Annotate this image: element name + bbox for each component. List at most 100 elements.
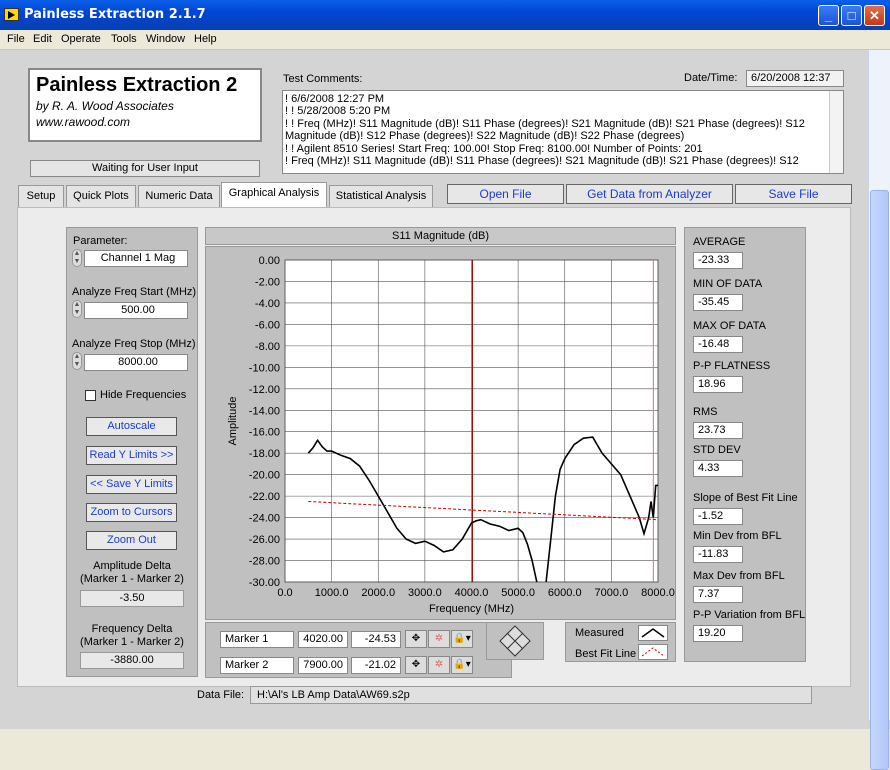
start-freq-spinner[interactable]: ▲ ▼ <box>72 300 82 318</box>
parameter-spinner[interactable]: ▲ ▼ <box>72 249 82 267</box>
stat-value: 18.96 <box>693 376 743 393</box>
datafile-label: Data File: <box>197 689 245 701</box>
x-tick-label: 3000.0 <box>408 587 442 599</box>
stat-value: 7.37 <box>693 586 743 603</box>
parameter-select[interactable]: Channel 1 Mag <box>84 250 188 267</box>
hide-frequencies-checkbox[interactable] <box>85 390 96 401</box>
tab-setup[interactable]: Setup <box>18 185 64 207</box>
menu-file[interactable]: File <box>7 33 25 45</box>
stat-value: -23.33 <box>693 252 743 269</box>
open-file-button[interactable]: Open File <box>447 184 564 204</box>
marker-2-name[interactable]: Marker 2 <box>220 657 294 674</box>
marker-1-move-icon[interactable]: ✥ <box>405 630 427 648</box>
autoscale-button[interactable]: Autoscale <box>86 417 177 436</box>
x-axis-label: Frequency (MHz) <box>429 603 514 615</box>
datetime-field: 6/20/2008 12:37 <box>746 70 844 87</box>
logo-url: www.rawood.com <box>36 115 131 129</box>
marker-2-freq[interactable]: 7900.00 <box>298 657 348 674</box>
menu-window[interactable]: Window <box>146 33 185 45</box>
legend: Measured Best Fit Line <box>565 622 676 662</box>
marker-2-lock-icon[interactable]: 🔒▾ <box>451 656 473 674</box>
y-tick-label: -14.00 <box>249 405 280 417</box>
marker-2-amp[interactable]: -21.02 <box>351 657 401 674</box>
read-y-limits-button[interactable]: Read Y Limits >> <box>86 446 177 465</box>
stat-label: Slope of Best Fit Line <box>693 492 798 504</box>
status-indicator: Waiting for User Input <box>30 160 260 177</box>
y-tick-label: 0.00 <box>259 255 280 267</box>
logo-box: Painless Extraction 2 by R. A. Wood Asso… <box>28 68 262 142</box>
save-y-limits-button[interactable]: << Save Y Limits <box>86 475 177 494</box>
stat-label: MIN OF DATA <box>693 278 763 290</box>
zoom-to-cursors-button[interactable]: Zoom to Cursors <box>86 503 177 522</box>
close-button[interactable]: ✕ <box>864 5 885 26</box>
vertical-scrollbar[interactable] <box>868 50 890 770</box>
legend-bfl-swatch <box>638 644 668 660</box>
y-tick-label: -16.00 <box>249 427 280 439</box>
app-icon <box>4 8 19 21</box>
menu-edit[interactable]: Edit <box>33 33 52 45</box>
cursor-diamond-icon[interactable] <box>487 623 543 659</box>
marker-1-crosshair-icon[interactable]: ✲ <box>428 630 450 648</box>
y-tick-label: -24.00 <box>249 513 280 525</box>
y-tick-label: -18.00 <box>249 448 280 460</box>
y-tick-label: -26.00 <box>249 534 280 546</box>
scroll-thumb[interactable] <box>870 190 889 770</box>
marker-1-lock-icon[interactable]: 🔒▾ <box>451 630 473 648</box>
stat-value: -16.48 <box>693 336 743 353</box>
menu-operate[interactable]: Operate <box>61 33 101 45</box>
start-freq-input[interactable]: 500.00 <box>84 302 188 319</box>
comment-line: ! Freq (MHz)! S11 Magnitude (dB)! S11 Ph… <box>285 155 799 168</box>
marker-1-amp[interactable]: -24.53 <box>351 631 401 648</box>
y-tick-label: -20.00 <box>249 470 280 482</box>
stop-freq-input[interactable]: 8000.00 <box>84 354 188 371</box>
stat-value: -11.83 <box>693 546 743 563</box>
freq-delta-value: -3880.00 <box>80 652 184 669</box>
zoom-out-button[interactable]: Zoom Out <box>86 531 177 550</box>
freq-delta-sublabel: (Marker 1 - Marker 2) <box>80 636 184 648</box>
legend-measured-label: Measured <box>575 627 624 639</box>
start-freq-label: Analyze Freq Start (MHz) <box>72 286 197 298</box>
comments-textarea[interactable]: ! 6/6/2008 12:27 PM ! ! 5/28/2008 5:20 P… <box>282 90 844 174</box>
marker-1-name[interactable]: Marker 1 <box>220 631 294 648</box>
tab-graphical-analysis[interactable]: Graphical Analysis <box>221 182 327 208</box>
get-data-button[interactable]: Get Data from Analyzer <box>566 184 733 204</box>
chart-frame: 0.0 1000.0 2000.0 3000.0 4000.0 5000.0 6000.0 7… <box>205 246 676 620</box>
stat-value: 23.73 <box>693 422 743 439</box>
datafile-path[interactable]: H:\Al's LB Amp Data\AW69.s2p <box>250 686 812 704</box>
stat-label: Min Dev from BFL <box>693 530 782 542</box>
chart-title: S11 Magnitude (dB) <box>205 227 676 245</box>
tab-quick-plots[interactable]: Quick Plots <box>66 185 136 207</box>
marker-2-move-icon[interactable]: ✥ <box>405 656 427 674</box>
x-tick-label: 7000.0 <box>595 587 629 599</box>
x-tick-label: 2000.0 <box>361 587 395 599</box>
minimize-button[interactable]: _ <box>818 5 839 26</box>
y-tick-label: -2.00 <box>255 276 280 288</box>
legend-measured-swatch <box>638 625 668 641</box>
left-controls-panel: Parameter: ▲ ▼ Channel 1 Mag Analyze Freq… <box>66 227 198 677</box>
marker-panel: Marker 1 4020.00 -24.53 ✥ ✲ 🔒▾ Marker 2 … <box>205 622 512 678</box>
x-tick-label: 8000.0 <box>641 587 675 599</box>
datetime-label: Date/Time: <box>684 72 738 84</box>
save-file-button[interactable]: Save File <box>735 184 852 204</box>
parameter-label: Parameter: <box>73 235 128 247</box>
menu-help[interactable]: Help <box>194 33 217 45</box>
title-bar: Painless Extraction 2.1.7 _ □ ✕ <box>0 0 890 30</box>
s11-chart[interactable]: 0.0 1000.0 2000.0 3000.0 4000.0 5000.0 6000.0 7… <box>206 247 675 619</box>
x-tick-label: 6000.0 <box>548 587 582 599</box>
stat-label: RMS <box>693 406 718 418</box>
menu-tools[interactable]: Tools <box>111 33 137 45</box>
stat-value: -1.52 <box>693 508 743 525</box>
stat-label: MAX OF DATA <box>693 320 766 332</box>
maximize-button[interactable]: □ <box>841 5 862 26</box>
tab-statistical-analysis[interactable]: Statistical Analysis <box>329 185 433 207</box>
stop-freq-label: Analyze Freq Stop (MHz) <box>72 338 196 350</box>
amp-delta-value: -3.50 <box>80 590 184 607</box>
tab-numeric-data[interactable]: Numeric Data <box>138 185 220 207</box>
cursor-pad[interactable] <box>486 622 544 660</box>
marker-1-freq[interactable]: 4020.00 <box>298 631 348 648</box>
y-tick-label: -8.00 <box>255 341 280 353</box>
marker-2-crosshair-icon[interactable]: ✲ <box>428 656 450 674</box>
comments-scrollbar[interactable] <box>829 91 843 173</box>
stat-value: 19.20 <box>693 625 743 642</box>
stop-freq-spinner[interactable]: ▲ ▼ <box>72 352 82 370</box>
